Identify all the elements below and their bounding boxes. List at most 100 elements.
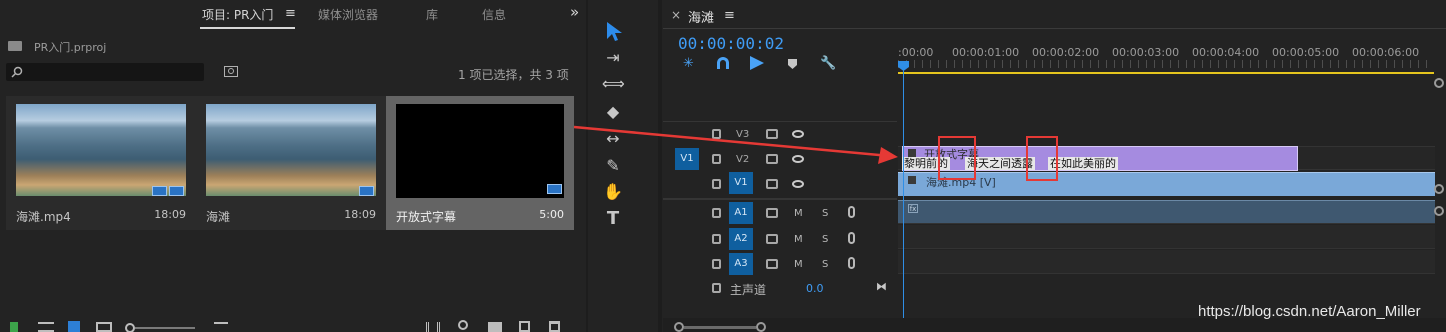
scroll-handle[interactable]: [1434, 206, 1444, 216]
tab-info[interactable]: 信息: [482, 6, 506, 23]
lock-icon[interactable]: [712, 208, 721, 218]
mic-icon[interactable]: [848, 257, 855, 269]
go-to-end-icon[interactable]: ⧓: [876, 280, 887, 293]
selection-tool-icon[interactable]: [604, 20, 624, 42]
list-view-icon[interactable]: [38, 322, 54, 332]
project-panel: 项目: PR入门 ≡ 媒体浏览器 库 信息 » PR入门.prproj 1 项已…: [0, 0, 586, 332]
tab-libraries[interactable]: 库: [426, 6, 438, 23]
sync-lock-icon[interactable]: [766, 208, 778, 218]
expand-panels-icon[interactable]: »: [570, 3, 579, 21]
mute-button[interactable]: M: [794, 234, 803, 245]
lock-icon[interactable]: [712, 259, 721, 269]
trash-icon[interactable]: [549, 321, 560, 332]
caption-segment[interactable]: 在如此美丽的: [1048, 157, 1118, 170]
item-name: 海滩: [206, 210, 231, 224]
solo-button[interactable]: S: [822, 259, 828, 270]
work-area-bar[interactable]: [898, 72, 1434, 74]
mic-icon[interactable]: [848, 232, 855, 244]
item-duration: 18:09: [154, 208, 186, 221]
sequence-badge-icon: [359, 186, 374, 196]
search-input[interactable]: [6, 63, 204, 81]
project-item-video[interactable]: 海滩.mp4 18:09: [6, 96, 196, 230]
sequence-menu-icon[interactable]: ≡: [724, 8, 735, 23]
search-icon: [11, 66, 23, 78]
zoom-slider-handle[interactable]: [125, 323, 135, 332]
type-tool-icon[interactable]: T: [602, 208, 624, 230]
thumbnail-image: [206, 104, 376, 196]
ruler-tick-label: 00:00:02:00: [1032, 46, 1100, 59]
automate-sequence-icon[interactable]: [426, 322, 440, 332]
project-item-sequence[interactable]: 海滩 18:09: [196, 96, 386, 230]
lock-icon[interactable]: [712, 234, 721, 244]
video-badge-icon: [152, 186, 167, 196]
track-target-a3[interactable]: A3: [729, 253, 753, 275]
panel-menu-icon[interactable]: ≡: [285, 6, 296, 21]
zoom-slider-track[interactable]: [135, 327, 195, 329]
lock-icon[interactable]: [10, 322, 18, 332]
track-target-a2[interactable]: A2: [729, 228, 753, 250]
hand-tool-icon[interactable]: ✋: [602, 181, 624, 203]
audio-fx-badge: fx: [908, 204, 918, 213]
new-search-bin-icon[interactable]: [224, 65, 238, 77]
annotation-box: [1026, 136, 1058, 181]
settings-wrench-icon[interactable]: 🔧: [820, 57, 836, 71]
scroll-handle[interactable]: [1434, 184, 1444, 194]
ruler-tick-label: 00:00:01:00: [952, 46, 1020, 59]
new-bin-icon[interactable]: [488, 322, 502, 332]
playhead-line[interactable]: [903, 70, 904, 322]
find-icon[interactable]: [458, 320, 468, 330]
close-sequence-icon[interactable]: ×: [671, 8, 681, 22]
master-track-label: 主声道: [730, 283, 767, 297]
fx-badge-icon: [908, 149, 916, 157]
master-volume-value[interactable]: 0.0: [806, 282, 824, 295]
scroll-handle-left[interactable]: [674, 322, 684, 332]
freeform-view-icon[interactable]: [96, 322, 112, 332]
ruler-tick-label: 00:00:04:00: [1192, 46, 1260, 59]
sequence-tab[interactable]: 海滩: [688, 7, 714, 26]
track-lane-a3[interactable]: [898, 250, 1435, 274]
lock-icon[interactable]: [712, 179, 721, 189]
video-audio-divider: [663, 198, 897, 200]
ruler-ticks: [898, 60, 1430, 68]
annotation-box: [938, 136, 976, 180]
ruler-tick-label: 00:00:03:00: [1112, 46, 1180, 59]
vertical-scroll-handle[interactable]: [1434, 78, 1444, 88]
icon-view-icon[interactable]: [68, 321, 80, 332]
solo-button[interactable]: S: [822, 208, 828, 219]
solo-button[interactable]: S: [822, 234, 828, 245]
sync-lock-icon[interactable]: [766, 234, 778, 244]
new-item-icon[interactable]: [519, 321, 530, 332]
project-item-captions[interactable]: 开放式字幕 5:00: [386, 96, 574, 230]
snap-icon[interactable]: [717, 57, 729, 69]
tab-divider: [663, 28, 1446, 29]
track-select-tool-icon[interactable]: ⇥: [602, 47, 624, 69]
item-duration: 5:00: [539, 208, 564, 221]
track-target-v1[interactable]: V1: [729, 172, 753, 194]
audio-clip[interactable]: [898, 200, 1435, 223]
mic-icon[interactable]: [848, 206, 855, 218]
scroll-handle-right[interactable]: [756, 322, 766, 332]
sync-lock-icon[interactable]: [766, 179, 778, 189]
sync-lock-icon[interactable]: [766, 259, 778, 269]
ripple-edit-tool-icon[interactable]: ⟺: [602, 73, 625, 95]
eye-icon[interactable]: [792, 180, 804, 188]
item-duration: 18:09: [344, 208, 376, 221]
thumbnail-image: [396, 104, 564, 198]
mute-button[interactable]: M: [794, 259, 803, 270]
selection-status: 1 项已选择，共 3 项: [458, 68, 569, 82]
project-file-name: PR入门.prproj: [34, 41, 107, 54]
sort-icon[interactable]: [214, 322, 228, 332]
folder-icon: [8, 41, 22, 51]
tab-media-browser[interactable]: 媒体浏览器: [318, 6, 378, 23]
caption-badge-icon: [547, 184, 562, 194]
thumbnail-image: [16, 104, 186, 196]
scroll-thumb[interactable]: [684, 326, 756, 329]
tab-project[interactable]: 项目: PR入门: [202, 6, 273, 23]
horizontal-scrollbar[interactable]: [663, 318, 1446, 332]
nest-toggle-icon[interactable]: ✳: [683, 57, 697, 71]
mute-button[interactable]: M: [794, 208, 803, 219]
lock-icon[interactable]: [712, 283, 721, 293]
track-lane-a2[interactable]: [898, 225, 1435, 249]
track-target-a1[interactable]: A1: [729, 202, 753, 224]
timecode-display[interactable]: 00:00:00:02: [678, 34, 784, 53]
